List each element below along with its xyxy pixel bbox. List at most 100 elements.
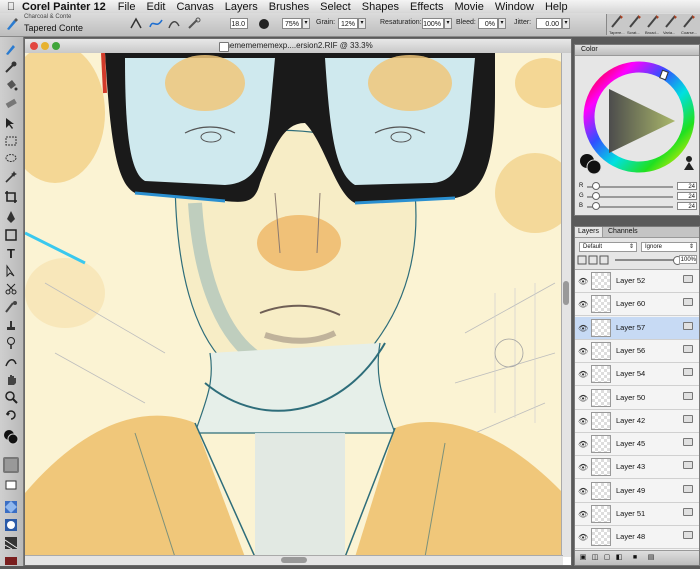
green-slider-knob[interactable]	[592, 192, 600, 200]
layer-row[interactable]: 👁 Layer 50	[575, 387, 699, 410]
layer-row[interactable]: 👁 Layer 60	[575, 293, 699, 317]
close-button[interactable]	[30, 42, 38, 50]
layer-lock-icons[interactable]	[577, 255, 611, 265]
eye-icon[interactable]: 👁	[578, 417, 588, 426]
mirror-tool-icon[interactable]	[3, 353, 19, 369]
layer-opacity-field[interactable]: 100%	[679, 255, 697, 264]
layer-visibility-toggle-icon[interactable]	[683, 321, 693, 330]
horizontal-scrollbar[interactable]	[25, 555, 563, 565]
apple-icon[interactable]: 	[0, 1, 22, 13]
menu-select[interactable]: Select	[320, 1, 351, 13]
composite-depth-select[interactable]: Ignore ⇕	[641, 242, 697, 252]
layer-visibility-toggle-icon[interactable]	[683, 298, 693, 307]
eye-icon[interactable]: 👁	[578, 533, 588, 542]
weaving-swatch-icon[interactable]	[3, 535, 19, 551]
eye-icon[interactable]: 👁	[578, 347, 588, 356]
tab-channels[interactable]: Channels	[605, 227, 641, 237]
resaturation-dropdown[interactable]: ▾	[444, 18, 452, 29]
brush-tool-icon[interactable]	[3, 41, 19, 57]
opacity-field[interactable]: 75%	[282, 18, 302, 29]
freehand-stroke-icon[interactable]	[148, 16, 164, 32]
brush-library-item[interactable]: Tapere...	[609, 14, 625, 35]
menu-effects[interactable]: Effects	[410, 1, 443, 13]
menu-shapes[interactable]: Shapes	[362, 1, 399, 13]
magnifier-icon[interactable]	[3, 389, 19, 405]
paper-library-icon[interactable]	[3, 457, 19, 473]
layer-row[interactable]: 👁 Layer 57	[575, 316, 699, 340]
layer-row[interactable]: 👁 Layer 45	[575, 433, 699, 457]
layer-row[interactable]: 👁 Layer 49	[575, 480, 699, 503]
stroke-type-icon[interactable]	[128, 16, 144, 32]
menu-layers[interactable]: Layers	[225, 1, 258, 13]
layer-row[interactable]: 👁 Layer 43	[575, 456, 699, 480]
blue-slider-row[interactable]: B 24	[579, 202, 697, 211]
blue-slider-knob[interactable]	[592, 202, 600, 210]
layer-row[interactable]: 👁 Layer 42	[575, 410, 699, 433]
main-color-swatch[interactable]	[3, 429, 19, 445]
size-field[interactable]: 18.0	[230, 18, 248, 29]
layer-visibility-toggle-icon[interactable]	[683, 508, 693, 516]
layer-visibility-toggle-icon[interactable]	[683, 414, 693, 423]
brush-library-item[interactable]: Broad...	[645, 14, 661, 35]
green-slider-row[interactable]: G 24	[579, 192, 697, 201]
layer-visibility-toggle-icon[interactable]	[683, 531, 693, 540]
rect-selection-icon[interactable]	[3, 133, 19, 149]
delete-layer-icon[interactable]: ▤	[647, 554, 655, 562]
menu-help[interactable]: Help	[545, 1, 568, 13]
main-secondary-color-icon[interactable]	[579, 153, 603, 175]
pen-tool-icon[interactable]	[3, 209, 19, 225]
layer-visibility-toggle-icon[interactable]	[683, 438, 693, 447]
eraser-tool-icon[interactable]	[3, 95, 19, 111]
cloner-tool-icon[interactable]	[3, 299, 19, 315]
resaturation-field[interactable]: 100%	[422, 18, 444, 29]
layer-visibility-toggle-icon[interactable]	[683, 391, 693, 400]
color-picker-icon[interactable]	[681, 155, 697, 171]
eye-icon[interactable]: 👁	[578, 463, 588, 472]
gradient-swatch-icon[interactable]	[3, 517, 19, 533]
dropper-tool-icon[interactable]	[3, 59, 19, 75]
rotate-page-icon[interactable]	[3, 407, 19, 423]
layer-visibility-toggle-icon[interactable]	[683, 368, 693, 377]
layer-visibility-toggle-icon[interactable]	[683, 275, 693, 283]
blue-value-field[interactable]: 24	[677, 202, 697, 210]
grabber-hand-icon[interactable]	[3, 371, 19, 387]
vertical-scroll-thumb[interactable]	[563, 281, 569, 305]
vertical-scrollbar[interactable]	[561, 53, 571, 557]
grain-field[interactable]: 12%	[338, 18, 358, 29]
drawing-canvas[interactable]	[25, 53, 563, 557]
layer-row[interactable]: 👁 Layer 48	[575, 526, 699, 550]
crop-tool-icon[interactable]	[3, 189, 19, 205]
paint-bucket-icon[interactable]	[3, 77, 19, 93]
shape-selection-icon[interactable]	[3, 263, 19, 279]
pattern-swatch-icon[interactable]	[3, 499, 19, 515]
dynamic-plugins-icon[interactable]: ◫	[591, 554, 599, 562]
menu-window[interactable]: Window	[495, 1, 534, 13]
layer-row[interactable]: 👁 Layer 51	[575, 503, 699, 526]
new-layer-icon[interactable]: ■	[631, 554, 639, 562]
rubber-stamp-icon[interactable]	[3, 317, 19, 333]
lasso-icon[interactable]	[3, 151, 19, 167]
layer-row[interactable]: 👁 Layer 52	[575, 270, 699, 293]
eye-icon[interactable]: 👁	[578, 277, 588, 286]
bleed-dropdown[interactable]: ▾	[498, 18, 506, 29]
media-library-icon[interactable]	[3, 477, 19, 493]
rectangle-shape-icon[interactable]	[3, 227, 19, 243]
minimize-button[interactable]	[41, 42, 49, 50]
jitter-dropdown[interactable]: ▾	[562, 18, 570, 29]
brush-ghost-icon[interactable]	[186, 16, 202, 32]
text-tool-icon[interactable]: T	[3, 245, 19, 261]
eye-icon[interactable]: 👁	[578, 510, 588, 519]
nozzle-swatch-icon[interactable]	[3, 553, 19, 569]
group-layers-icon[interactable]: ▢	[603, 554, 611, 562]
menu-brushes[interactable]: Brushes	[269, 1, 309, 13]
green-value-field[interactable]: 24	[677, 192, 697, 200]
eye-icon[interactable]: 👁	[578, 394, 588, 403]
layer-mask-icon[interactable]: ◧	[615, 554, 623, 562]
straight-line-icon[interactable]	[166, 16, 182, 32]
horizontal-scroll-thumb[interactable]	[281, 557, 307, 563]
menu-canvas[interactable]: Canvas	[176, 1, 213, 13]
red-slider-row[interactable]: R 24	[579, 182, 697, 191]
layer-row[interactable]: 👁 Layer 54	[575, 363, 699, 387]
app-name[interactable]: Corel Painter 12	[22, 1, 106, 13]
brush-tool-icon[interactable]	[4, 16, 20, 32]
